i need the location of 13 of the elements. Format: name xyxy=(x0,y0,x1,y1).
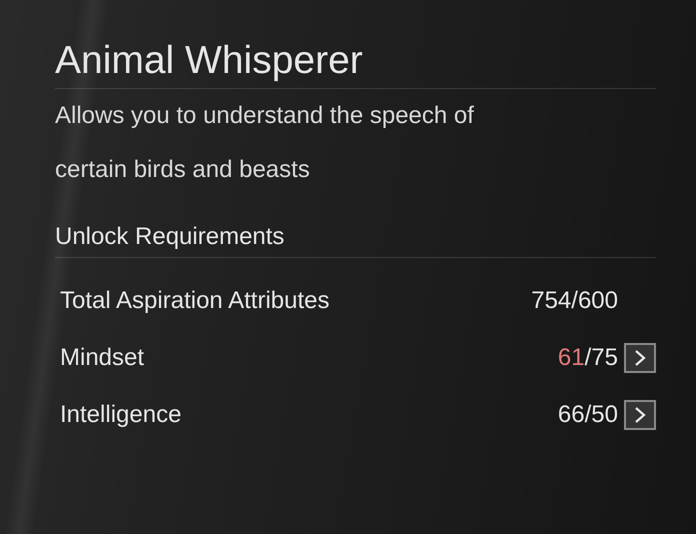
arrow-button[interactable] xyxy=(624,400,656,430)
requirements-heading: Unlock Requirements xyxy=(55,222,286,252)
requirement-value: 66/50 xyxy=(558,400,618,428)
requirement-label: Intelligence xyxy=(60,400,182,428)
skill-title: Animal Whisperer xyxy=(55,38,364,84)
chevron-right-icon xyxy=(633,406,647,424)
requirement-label: Mindset xyxy=(60,344,146,372)
requirement-value: 61/75 xyxy=(558,344,618,372)
arrow-button[interactable] xyxy=(624,342,656,372)
chevron-right-icon xyxy=(633,348,647,366)
requirement-label: Total Aspiration Attributes xyxy=(60,286,330,314)
skill-description: Allows you to understand the speech of certain birds and beasts xyxy=(55,101,475,185)
requirement-value: 754/600 xyxy=(531,286,618,314)
